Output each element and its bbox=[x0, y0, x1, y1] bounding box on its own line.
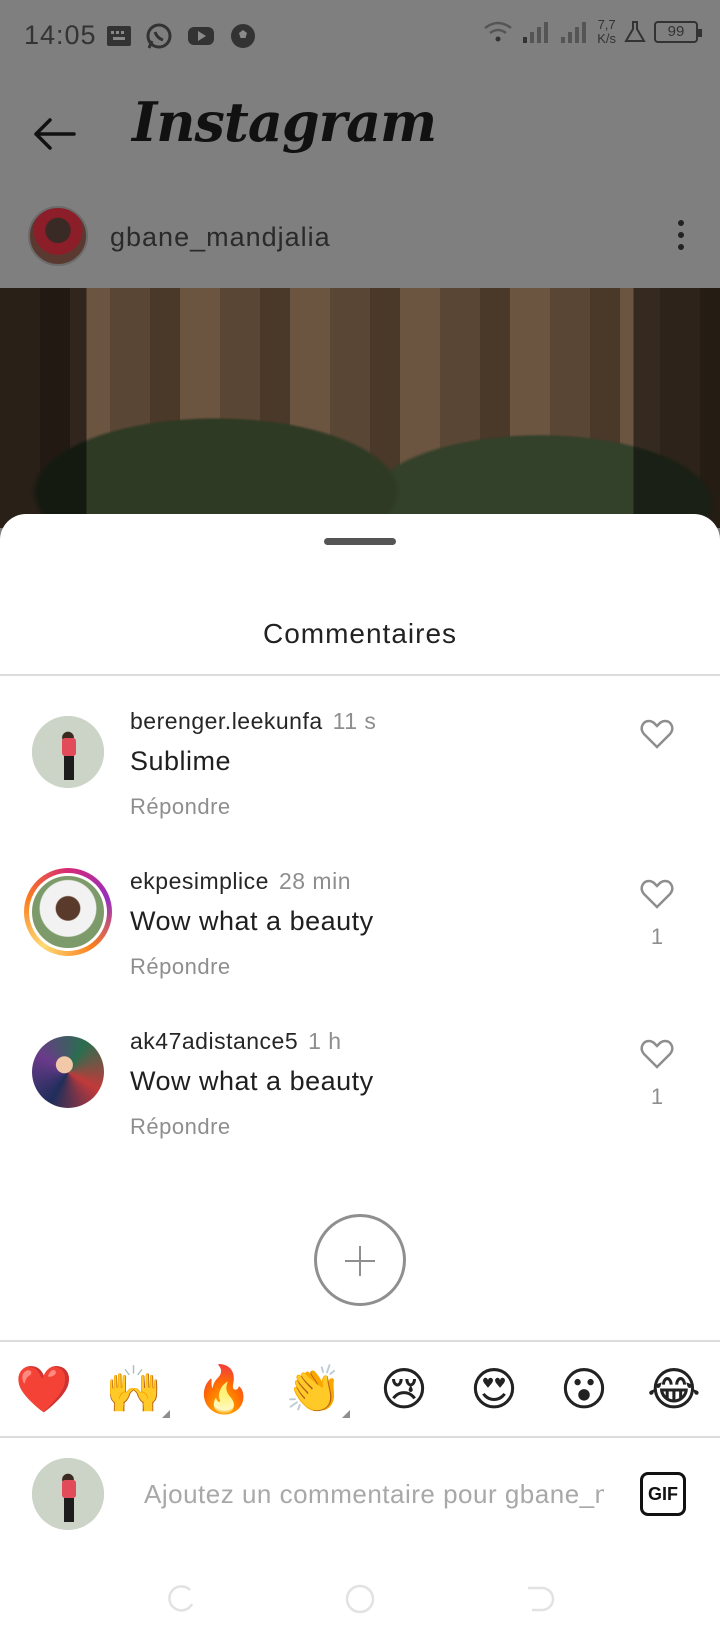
emoji-clapping-button[interactable]: 👏 bbox=[284, 1362, 350, 1418]
emoji-surprised-button[interactable]: 😮 bbox=[554, 1364, 614, 1414]
status-time: 14:05 bbox=[24, 20, 97, 50]
post-author-username[interactable]: gbane_mandjalia bbox=[110, 222, 331, 253]
post-author-avatar[interactable] bbox=[28, 206, 88, 266]
comment-header: berenger.leekunfa 11 s bbox=[130, 708, 376, 735]
comment-text: Sublime bbox=[130, 746, 232, 776]
lab-flask-icon bbox=[624, 21, 646, 42]
emoji-clapping-glyph: 👏 bbox=[285, 1362, 343, 1416]
comment-text: Wow what a beauty bbox=[130, 906, 374, 936]
signal-icon-1 bbox=[523, 22, 549, 43]
comment-text: Wow what a beauty bbox=[130, 1066, 374, 1096]
comment-item: ekpesimplice 28 min Wow what a beauty Rép… bbox=[0, 868, 720, 1018]
sheet-drag-handle[interactable] bbox=[324, 538, 396, 545]
gif-button[interactable]: GIF bbox=[640, 1472, 686, 1516]
emoji-laughing-button[interactable]: 😂 bbox=[644, 1364, 704, 1414]
commenter-avatar[interactable] bbox=[32, 716, 104, 788]
app-logo: Instagram bbox=[132, 90, 437, 154]
like-count: 1 bbox=[650, 924, 664, 949]
back-arrow-icon[interactable] bbox=[30, 110, 78, 158]
reply-button[interactable]: Répondre bbox=[130, 954, 231, 980]
load-more-comments-button[interactable] bbox=[314, 1214, 406, 1306]
back-nav-icon[interactable] bbox=[522, 1582, 556, 1616]
emoji-fire-button[interactable]: 🔥 bbox=[194, 1364, 254, 1414]
emoji-crying-button[interactable]: 😢 bbox=[374, 1364, 434, 1414]
commenter-avatar[interactable] bbox=[32, 1036, 104, 1108]
skin-tone-indicator-icon bbox=[162, 1410, 170, 1418]
more-options-icon[interactable] bbox=[676, 220, 686, 256]
commenter-username[interactable]: ak47adistance5 bbox=[130, 1028, 298, 1054]
divider bbox=[0, 674, 720, 676]
reply-button[interactable]: Répondre bbox=[130, 1114, 231, 1140]
comment-header: ekpesimplice 28 min bbox=[130, 868, 351, 895]
reply-button[interactable]: Répondre bbox=[130, 794, 231, 820]
comments-sheet: Commentaires berenger.leekunfa 11 s Subli… bbox=[0, 514, 720, 1640]
youtube-icon bbox=[188, 27, 214, 45]
network-speed-value: 7,7 bbox=[597, 17, 616, 32]
comment-item: ak47adistance5 1 h Wow what a beauty Répo… bbox=[0, 1028, 720, 1178]
current-user-avatar bbox=[32, 1458, 104, 1530]
network-speed-unit: K/s bbox=[597, 31, 616, 46]
system-navigation-bar bbox=[0, 1560, 720, 1640]
heart-icon[interactable] bbox=[640, 878, 674, 910]
skin-tone-indicator-icon bbox=[342, 1410, 350, 1418]
commenter-avatar-story-ring[interactable] bbox=[24, 868, 112, 956]
heart-icon[interactable] bbox=[640, 718, 674, 750]
comment-item: berenger.leekunfa 11 s Sublime Répondre bbox=[0, 708, 720, 858]
signal-icon-2 bbox=[561, 22, 587, 43]
status-right-cluster: 7,7 K/s 99 bbox=[483, 18, 702, 46]
recents-nav-icon[interactable] bbox=[164, 1582, 198, 1616]
emoji-quick-bar: ❤️ 🙌 🔥 👏 😢 😍 😮 😂 bbox=[0, 1342, 720, 1438]
sheet-title: Commentaires bbox=[262, 618, 458, 649]
comment-timestamp: 11 s bbox=[332, 708, 377, 734]
commenter-username[interactable]: ekpesimplice bbox=[130, 868, 269, 894]
comment-timestamp: 28 min bbox=[278, 868, 351, 894]
soccer-ball-icon bbox=[231, 24, 255, 48]
emoji-raising-hands-button[interactable]: 🙌 bbox=[104, 1362, 170, 1418]
battery-indicator: 99 bbox=[654, 21, 702, 43]
emoji-heart-button[interactable]: ❤️ bbox=[14, 1364, 74, 1414]
comment-timestamp: 1 h bbox=[308, 1028, 342, 1054]
whatsapp-icon bbox=[146, 23, 172, 49]
emoji-raising-hands-glyph: 🙌 bbox=[105, 1362, 163, 1416]
comment-input[interactable] bbox=[144, 1474, 604, 1514]
commenter-username[interactable]: berenger.leekunfa bbox=[130, 708, 323, 734]
network-speed: 7,7 K/s bbox=[597, 18, 616, 46]
heart-icon[interactable] bbox=[640, 1038, 674, 1070]
post-image bbox=[0, 288, 720, 528]
post-header: gbane_mandjalia bbox=[0, 192, 720, 288]
keyboard-notification-icon bbox=[107, 26, 131, 46]
comment-composer: GIF bbox=[0, 1438, 720, 1548]
home-nav-icon[interactable] bbox=[343, 1582, 377, 1616]
status-bar: 14:05 7,7 K/s 99 bbox=[0, 0, 720, 72]
app-bar: Instagram bbox=[0, 72, 720, 192]
like-count: 1 bbox=[650, 1084, 664, 1109]
emoji-heart-eyes-button[interactable]: 😍 bbox=[464, 1364, 524, 1414]
comment-header: ak47adistance5 1 h bbox=[130, 1028, 342, 1055]
wifi-icon bbox=[484, 21, 512, 42]
